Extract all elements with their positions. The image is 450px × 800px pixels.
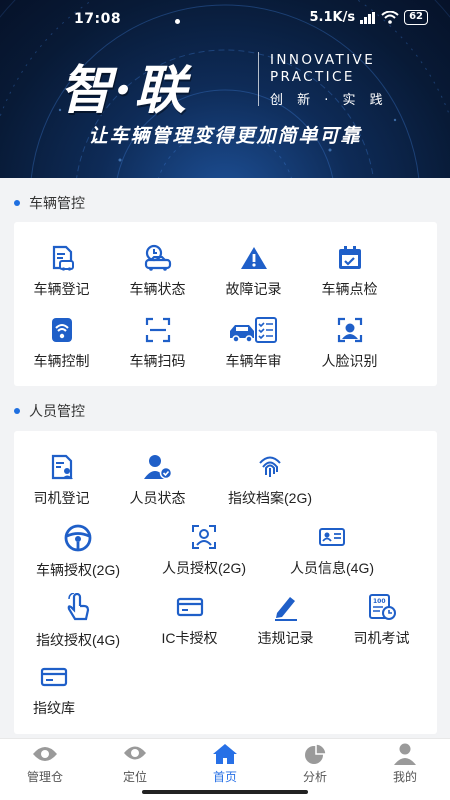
- nav-label: 管理仓: [26, 770, 63, 784]
- menu-label: 车辆点检: [321, 281, 378, 297]
- menu-label: 车辆年审: [225, 353, 282, 369]
- vehicle-control-card: 车辆登记 车辆状态 故障记录 车辆点检 车辆控制 车辆扫码 车辆年审 人脸识别: [14, 222, 437, 386]
- id-card-icon: [319, 528, 345, 546]
- warning-icon: [240, 247, 267, 269]
- violation-icon: [274, 597, 297, 621]
- menu-vehicle-scan[interactable]: 车辆扫码: [110, 316, 205, 371]
- annual-review-icon: [229, 317, 277, 343]
- nav-profile[interactable]: 我的: [360, 743, 450, 785]
- menu-fingerprint-library[interactable]: 指纹库: [14, 663, 94, 718]
- vehicle-status-icon: [144, 244, 171, 271]
- touch-icon: [67, 593, 90, 621]
- menu-face-recognition[interactable]: 人脸识别: [302, 316, 397, 371]
- menu-label: 人员授权(2G): [162, 560, 246, 576]
- fingerprint-icon: [259, 456, 281, 477]
- menu-label: 指纹档案(2G): [228, 490, 312, 506]
- svg-text:100: 100: [373, 598, 386, 605]
- menu-label: 车辆授权(2G): [36, 562, 120, 578]
- menu-driver-register[interactable]: 司机登记: [14, 453, 109, 508]
- menu-label: 车辆状态: [129, 281, 186, 297]
- menu-label: 人员状态: [129, 490, 186, 506]
- menu-fingerprint-archive[interactable]: 指纹档案(2G): [206, 453, 334, 508]
- section-bullet: [14, 200, 20, 206]
- vehicle-control-icon: [51, 318, 72, 342]
- personnel-control-card: 司机登记 人员状态 指纹档案(2G) 车辆授权(2G) 人员授权(2G) 人员信…: [14, 431, 437, 734]
- menu-fingerprint-authorization[interactable]: 指纹授权(4G): [14, 593, 142, 650]
- menu-label: 司机考试: [353, 630, 410, 646]
- notification-dot: [175, 19, 180, 24]
- person-status-icon: [143, 455, 172, 480]
- scan-icon: [145, 317, 170, 343]
- menu-label: 故障记录: [225, 281, 282, 297]
- menu-driver-exam[interactable]: 100 司机考试: [334, 593, 429, 648]
- menu-violation-record[interactable]: 违规记录: [238, 593, 333, 648]
- section-personnel-control-title: 人员管控: [0, 389, 450, 433]
- brand-tagline: 创 新 · 实 践: [270, 93, 388, 108]
- nav-label: 首页: [212, 770, 237, 784]
- battery-indicator: 62: [404, 10, 428, 25]
- person-auth-icon: [192, 525, 216, 549]
- user-icon: [394, 743, 416, 765]
- menu-vehicle-inspection[interactable]: 车辆点检: [302, 244, 397, 299]
- menu-annual-review[interactable]: 车辆年审: [206, 316, 301, 371]
- nav-analysis[interactable]: 分析: [270, 743, 360, 785]
- slogan: 让车辆管理变得更加简单可靠: [88, 125, 362, 147]
- signal-icon: [360, 11, 376, 24]
- vehicle-register-icon: [52, 245, 74, 271]
- net-speed: 5.1K/s: [309, 10, 356, 25]
- home-indicator[interactable]: [142, 790, 308, 794]
- menu-ic-card-authorization[interactable]: IC卡授权: [142, 593, 237, 648]
- menu-label: 违规记录: [257, 630, 314, 646]
- menu-person-status[interactable]: 人员状态: [110, 453, 205, 508]
- menu-label: 车辆登记: [33, 281, 90, 297]
- exam-icon: 100: [368, 594, 396, 620]
- nav-label: 分析: [302, 770, 327, 784]
- menu-label: 司机登记: [33, 490, 90, 506]
- brand-english-line2: PRACTICE: [270, 69, 355, 85]
- menu-label: 车辆控制: [33, 353, 90, 369]
- home-icon: [213, 744, 237, 764]
- menu-vehicle-authorization[interactable]: 车辆授权(2G): [14, 523, 142, 580]
- menu-label: 指纹授权(4G): [36, 632, 120, 648]
- nav-home[interactable]: 首页: [180, 743, 270, 785]
- menu-label: IC卡授权: [161, 630, 218, 646]
- menu-label: 指纹库: [33, 700, 75, 716]
- section-vehicle-control-title: 车辆管控: [0, 181, 450, 225]
- nav-label: 定位: [122, 770, 147, 784]
- menu-vehicle-control[interactable]: 车辆控制: [14, 316, 109, 371]
- eye-icon: [33, 747, 57, 761]
- status-bar: 17:08 5.1K/s 62: [0, 0, 450, 36]
- nav-management[interactable]: 管理仓: [0, 743, 90, 785]
- menu-label: 人员信息(4G): [290, 560, 374, 576]
- ic-card-icon: [176, 597, 203, 617]
- header-banner: 17:08 5.1K/s 62 智·联 INNOVATIVE PRACTICE …: [0, 0, 450, 178]
- section-bullet: [14, 408, 20, 414]
- location-icon: [124, 746, 146, 760]
- menu-fault-record[interactable]: 故障记录: [206, 244, 301, 299]
- brand-english-line1: INNOVATIVE: [270, 52, 376, 68]
- driver-register-icon: [51, 454, 73, 480]
- nav-location[interactable]: 定位: [90, 743, 180, 785]
- menu-person-info[interactable]: 人员信息(4G): [268, 523, 396, 578]
- inspection-icon: [338, 246, 361, 269]
- face-recognition-icon: [337, 317, 362, 343]
- menu-vehicle-status[interactable]: 车辆状态: [110, 244, 205, 299]
- menu-vehicle-register[interactable]: 车辆登记: [14, 244, 109, 299]
- menu-label: 车辆扫码: [129, 353, 186, 369]
- section-title: 人员管控: [29, 404, 85, 420]
- menu-person-authorization[interactable]: 人员授权(2G): [140, 523, 268, 578]
- brand-english: INNOVATIVE PRACTICE: [270, 52, 375, 86]
- brand-logo: 智·联: [60, 60, 189, 121]
- section-title: 车辆管控: [29, 196, 85, 212]
- pie-chart-icon: [305, 743, 327, 764]
- fingerprint-library-icon: [40, 667, 68, 687]
- nav-label: 我的: [392, 770, 417, 784]
- menu-label: 人脸识别: [321, 353, 378, 369]
- wifi-icon: [381, 11, 399, 24]
- logo-divider: [258, 52, 259, 106]
- steering-wheel-icon: [64, 524, 92, 552]
- status-time: 17:08: [74, 11, 122, 27]
- status-indicators: 5.1K/s 62: [309, 10, 428, 25]
